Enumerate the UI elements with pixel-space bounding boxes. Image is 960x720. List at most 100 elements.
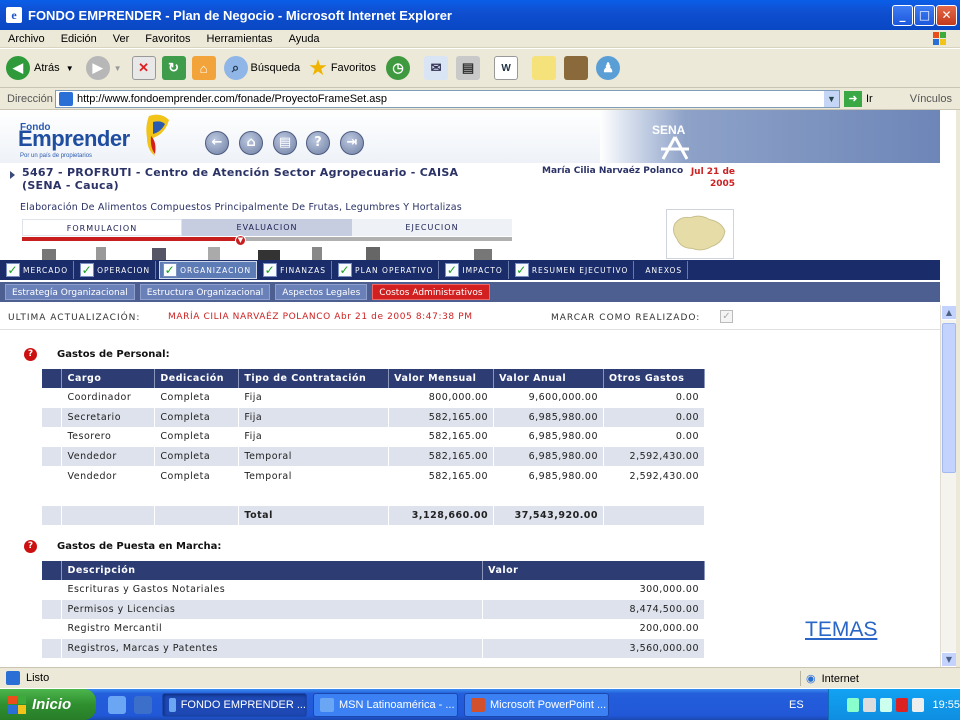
check-icon: ✓ bbox=[263, 263, 278, 277]
table-cell: 9,600,000.00 bbox=[493, 388, 605, 408]
home-icon[interactable]: ⌂ bbox=[191, 56, 216, 80]
scroll-up-icon[interactable]: ▲ bbox=[941, 305, 957, 320]
menu-bar: Archivo Edición Ver Favoritos Herramient… bbox=[0, 30, 960, 48]
task-powerpoint[interactable]: Microsoft PowerPoint ... bbox=[464, 692, 609, 717]
phase-evaluacion[interactable]: EVALUACION bbox=[182, 219, 352, 236]
tab-operacion[interactable]: ✓ OPERACION bbox=[77, 261, 157, 279]
clock[interactable]: 19:55 bbox=[932, 699, 960, 711]
help-icon[interactable]: ? bbox=[24, 348, 37, 361]
scroll-down-icon[interactable]: ▼ bbox=[941, 652, 957, 667]
table-cell: Temporal bbox=[238, 466, 390, 486]
mail-icon[interactable]: ✉ bbox=[424, 56, 449, 80]
print-nav-icon[interactable]: ▤ bbox=[273, 131, 297, 155]
table-row[interactable]: Registro Mercantil 200,000.00 bbox=[42, 619, 705, 639]
table-spacer-row bbox=[42, 485, 705, 506]
address-dropdown-icon[interactable]: ▼ bbox=[824, 90, 839, 107]
back-nav-icon[interactable]: ← bbox=[205, 131, 229, 155]
print-icon[interactable]: ▤ bbox=[456, 56, 481, 80]
subtab-estructura[interactable]: Estructura Organizacional bbox=[139, 284, 271, 300]
vertical-scrollbar[interactable]: ▲ ▼ bbox=[940, 305, 957, 667]
go-arrow-icon[interactable]: ➜ bbox=[844, 90, 862, 107]
phase-ejecucion[interactable]: EJECUCION bbox=[352, 219, 512, 236]
tab-label: ORGANIZACION bbox=[180, 265, 252, 275]
subtab-costos-administrativos[interactable]: Costos Administrativos bbox=[372, 284, 490, 300]
history-icon[interactable]: ◷ bbox=[386, 56, 411, 80]
tab-resumen-ejecutivo[interactable]: ✓ RESUMEN EJECUTIVO bbox=[512, 261, 635, 279]
sub-tabs: Estrategía Organizacional Estructura Org… bbox=[0, 282, 940, 302]
go-button[interactable]: Ir bbox=[866, 93, 873, 105]
language-indicator[interactable]: ES bbox=[789, 699, 804, 711]
close-button[interactable]: ✕ bbox=[936, 5, 957, 26]
tab-impacto[interactable]: ✓ IMPACTO bbox=[442, 261, 509, 279]
search-button[interactable]: ⌕ Búsqueda bbox=[223, 53, 300, 83]
table-row[interactable]: Permisos y Licencias 8,474,500.00 bbox=[42, 599, 705, 620]
minimize-button[interactable]: _ bbox=[892, 5, 913, 26]
page-favicon-icon bbox=[59, 91, 73, 106]
tray-antivirus-icon[interactable] bbox=[895, 697, 909, 712]
tray-network-icon[interactable] bbox=[847, 697, 860, 712]
tab-plan-operativo[interactable]: ✓ PLAN OPERATIVO bbox=[335, 261, 440, 279]
personal-table: Cargo Dedicación Tipo de Contratación Va… bbox=[42, 369, 705, 526]
phase-formulacion[interactable]: FORMULACION bbox=[22, 219, 182, 236]
messenger-icon[interactable]: ♟ bbox=[596, 56, 621, 80]
menu-edicion[interactable]: Edición bbox=[53, 33, 105, 45]
scroll-thumb[interactable] bbox=[942, 323, 956, 473]
column-header: Valor Anual bbox=[493, 369, 605, 388]
project-subtitle: Elaboración De Alimentos Compuestos Prin… bbox=[20, 202, 462, 213]
word-icon[interactable]: W bbox=[494, 56, 519, 80]
menu-herramientas[interactable]: Herramientas bbox=[199, 33, 281, 45]
ie-quicklaunch-icon[interactable] bbox=[108, 695, 126, 714]
tab-finanzas[interactable]: ✓ FINANZAS bbox=[260, 261, 333, 279]
table-row[interactable]: Vendedor Completa Temporal 582,165.00 6,985,… bbox=[42, 446, 705, 467]
back-button[interactable]: ◀ Atrás ▼ bbox=[6, 53, 74, 83]
logo-tagline: Por un país de propietarios bbox=[20, 153, 93, 159]
home-nav-icon[interactable]: ⌂ bbox=[239, 131, 263, 155]
menu-ayuda[interactable]: Ayuda bbox=[281, 33, 328, 45]
table-row[interactable]: Coordinador Completa Fija 800,000.00 9,600,0… bbox=[42, 388, 705, 408]
menu-favoritos[interactable]: Favoritos bbox=[137, 33, 198, 45]
back-dropdown-icon[interactable]: ▼ bbox=[66, 64, 74, 73]
address-url: http://www.fondoemprender.com/fonade/Pro… bbox=[77, 92, 387, 105]
mark-done-checkbox[interactable]: ✓ bbox=[720, 310, 733, 323]
windows-logo-icon bbox=[933, 32, 946, 45]
links-label[interactable]: Vínculos bbox=[910, 93, 952, 105]
table-total-row: Total 3,128,660.00 37,543,920.00 bbox=[42, 505, 705, 526]
table-row[interactable]: Escrituras y Gastos Notariales 300,000.00 bbox=[42, 580, 705, 600]
tab-mercado[interactable]: ✓ MERCADO bbox=[3, 261, 75, 279]
address-input[interactable]: http://www.fondoemprender.com/fonade/Pro… bbox=[55, 89, 840, 108]
temas-link[interactable]: TEMAS bbox=[805, 618, 877, 642]
desktop-quicklaunch-icon[interactable] bbox=[134, 695, 152, 714]
tray-printer-icon[interactable] bbox=[863, 697, 876, 712]
research-icon[interactable] bbox=[564, 56, 589, 80]
module-tabs: ✓ MERCADO ✓ OPERACION ✓ ORGANIZACION ✓ FINAN… bbox=[0, 260, 940, 280]
table-cell: Completa bbox=[154, 407, 240, 428]
maximize-button[interactable]: □ bbox=[914, 5, 935, 26]
menu-archivo[interactable]: Archivo bbox=[0, 33, 53, 45]
table-row[interactable]: Tesorero Completa Fija 582,165.00 6,985,980.… bbox=[42, 427, 705, 447]
stop-icon[interactable]: ✕ bbox=[131, 56, 156, 80]
subtab-aspectos-legales[interactable]: Aspectos Legales bbox=[275, 284, 368, 300]
help-icon[interactable]: ? bbox=[24, 540, 37, 553]
tray-volume-icon[interactable] bbox=[879, 697, 892, 712]
table-cell: Permisos y Licencias bbox=[61, 599, 484, 620]
table-row[interactable]: Secretario Completa Fija 582,165.00 6,985,98… bbox=[42, 407, 705, 428]
favorites-button[interactable]: ★ Favoritos bbox=[308, 53, 376, 83]
start-button[interactable]: Inicio bbox=[0, 689, 96, 720]
tab-anexos[interactable]: ANEXOS bbox=[637, 261, 689, 279]
note-icon[interactable] bbox=[532, 56, 557, 80]
table-cell: Vendedor bbox=[61, 466, 156, 486]
forward-dropdown-icon[interactable]: ▼ bbox=[114, 64, 122, 73]
task-msn[interactable]: MSN Latinoamérica - ... bbox=[313, 692, 458, 717]
menu-ver[interactable]: Ver bbox=[105, 33, 138, 45]
table-row[interactable]: Vendedor Completa Temporal 582,165.00 6,985,… bbox=[42, 466, 705, 486]
tray-misc-icon[interactable] bbox=[912, 697, 925, 712]
exit-nav-icon[interactable]: ⇥ bbox=[340, 131, 364, 155]
phase-progress bbox=[22, 237, 512, 241]
tab-organizacion[interactable]: ✓ ORGANIZACION bbox=[159, 261, 258, 279]
table-row[interactable]: Registros, Marcas y Patentes 3,560,000.00 bbox=[42, 638, 705, 659]
forward-button[interactable]: ▶ ▼ bbox=[80, 53, 122, 83]
subtab-estrategia[interactable]: Estrategía Organizacional bbox=[5, 284, 135, 300]
refresh-icon[interactable]: ↻ bbox=[161, 56, 186, 80]
help-nav-icon[interactable]: ? bbox=[306, 131, 330, 155]
task-fondo-emprender[interactable]: FONDO EMPRENDER ... bbox=[162, 692, 307, 717]
